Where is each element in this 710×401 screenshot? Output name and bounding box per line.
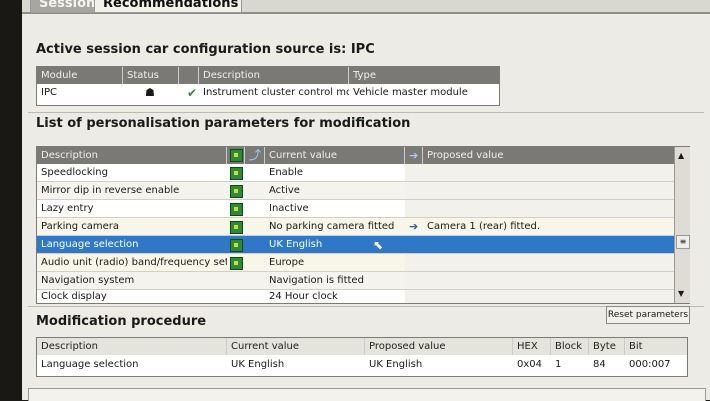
col-header-description: Description [37,147,227,164]
col-header-description: Description [37,338,227,355]
scroll-up-icon[interactable]: ▲ [678,151,684,160]
mod-byte: 84 [593,359,606,370]
param-description: Parking camera [41,221,120,232]
col-header-description: Description [199,67,349,84]
param-current-value: No parking camera fitted [269,221,395,232]
params-title: List of personalisation parameters for m… [36,116,411,131]
main-panel: Session Recommendations Active session c… [22,0,710,401]
col-header-status: Status [123,67,179,84]
param-current-value: Europe [269,257,305,268]
param-proposed-value [405,200,675,217]
param-description: Clock display [41,291,107,302]
description-value: Instrument cluster control mod... [203,87,349,98]
param-description: Mirror dip in reverse enable [41,185,180,196]
param-row[interactable]: Mirror dip in reverse enable Active [37,182,675,200]
param-description: Lazy entry [41,203,94,214]
param-proposed-value [423,236,675,254]
param-proposed-value: Camera 1 (rear) fitted. [427,221,541,232]
param-current-value: 24 Hour clock [269,291,338,302]
param-row-selected[interactable]: Language selection UK English ⬉ [37,236,674,254]
col-header-byte: Byte [589,338,625,355]
bottom-panel [28,388,706,401]
col-header-hex: HEX [513,338,551,355]
scroll-down-icon[interactable]: ▼ [678,289,684,298]
parameter-icon [230,257,243,270]
parameter-icon [230,203,243,216]
screen-bezel [0,0,22,400]
param-proposed-value [405,164,675,181]
status-icon: ☗ [145,86,155,99]
col-header-module: Module [37,67,123,84]
parameter-icon [230,221,243,234]
col-header-current-value: Current value [227,338,365,355]
col-header-type: Type [349,67,499,84]
param-description: Language selection [41,239,139,250]
mod-proposed-value: UK English [369,359,423,370]
section-divider [28,306,704,307]
reset-parameters-button[interactable]: Reset parameters [606,306,690,324]
param-current-value: Inactive [269,203,309,214]
tab-recommendations[interactable]: Recommendations [94,0,242,13]
scroll-thumb[interactable]: ≡ [676,235,690,249]
col-header-sort[interactable]: ⤴ [245,147,265,164]
param-row[interactable]: Clock display 24 Hour clock [37,290,675,303]
mod-hex: 0x04 [517,359,543,370]
param-description: Speedlocking [41,167,108,178]
arrow-right-icon: ➔ [409,220,419,233]
col-header-proposed-value: Proposed value [423,147,675,164]
car-config-title: Active session car configuration source … [36,42,375,57]
param-row[interactable]: Parking camera No parking camera fitted … [37,218,674,236]
param-proposed-value [405,182,675,199]
col-header-blank [179,67,199,84]
param-proposed-value [405,290,675,303]
tab-bar: Session Recommendations [22,0,710,14]
mod-bit: 000:007 [629,359,671,370]
param-current-value: Active [269,185,300,196]
col-header-block: Block [551,338,589,355]
check-icon: ✔ [187,86,198,100]
mod-description: Language selection [41,359,139,370]
car-config-table: Module Status Description Type IPC ☗ ✔ I… [36,66,500,106]
col-header-bit: Bit [625,338,687,355]
col-header-proposed-value: Proposed value [365,338,513,355]
param-row[interactable]: Lazy entry Inactive [37,200,675,218]
param-current-value: Enable [269,167,304,178]
car-config-row[interactable]: IPC ☗ ✔ Instrument cluster control mod..… [37,84,499,103]
mod-block: 1 [555,359,562,370]
param-description: Audio unit (radio) band/frequency settin… [41,257,227,268]
param-description: Navigation system [41,275,135,286]
param-row[interactable]: Speedlocking Enable [37,164,675,182]
col-header-param-icon [227,147,245,164]
arrow-right-icon: ➔ [409,149,419,162]
param-proposed-value [405,254,675,271]
modification-table: Description Current value Proposed value… [36,337,688,377]
mouse-cursor-icon: ⬉ [373,238,384,252]
param-current-value: Navigation is fitted [269,275,364,286]
param-row[interactable]: Audio unit (radio) band/frequency settin… [37,254,675,272]
section-divider [28,112,704,113]
param-row[interactable]: Navigation system Navigation is fitted [37,272,675,290]
param-proposed-value [405,272,675,289]
mod-current-value: UK English [231,359,285,370]
col-header-current-value: Current value [265,147,405,164]
sort-arrow-icon: ⤴ [249,148,262,162]
module-value: IPC [41,87,57,98]
parameter-icon [230,167,243,180]
vertical-scrollbar[interactable]: ▲ ≡ ▼ [674,147,690,303]
parameter-icon [230,149,243,162]
modification-title: Modification procedure [36,314,207,329]
modification-row[interactable]: Language selection UK English UK English… [37,356,687,374]
parameter-icon [230,185,243,198]
params-table: Description ⤴ Current value ➔ Proposed v… [36,146,690,304]
parameter-icon [230,239,243,252]
col-header-proposed-arrow: ➔ [405,147,423,164]
type-value: Vehicle master module [353,87,468,98]
